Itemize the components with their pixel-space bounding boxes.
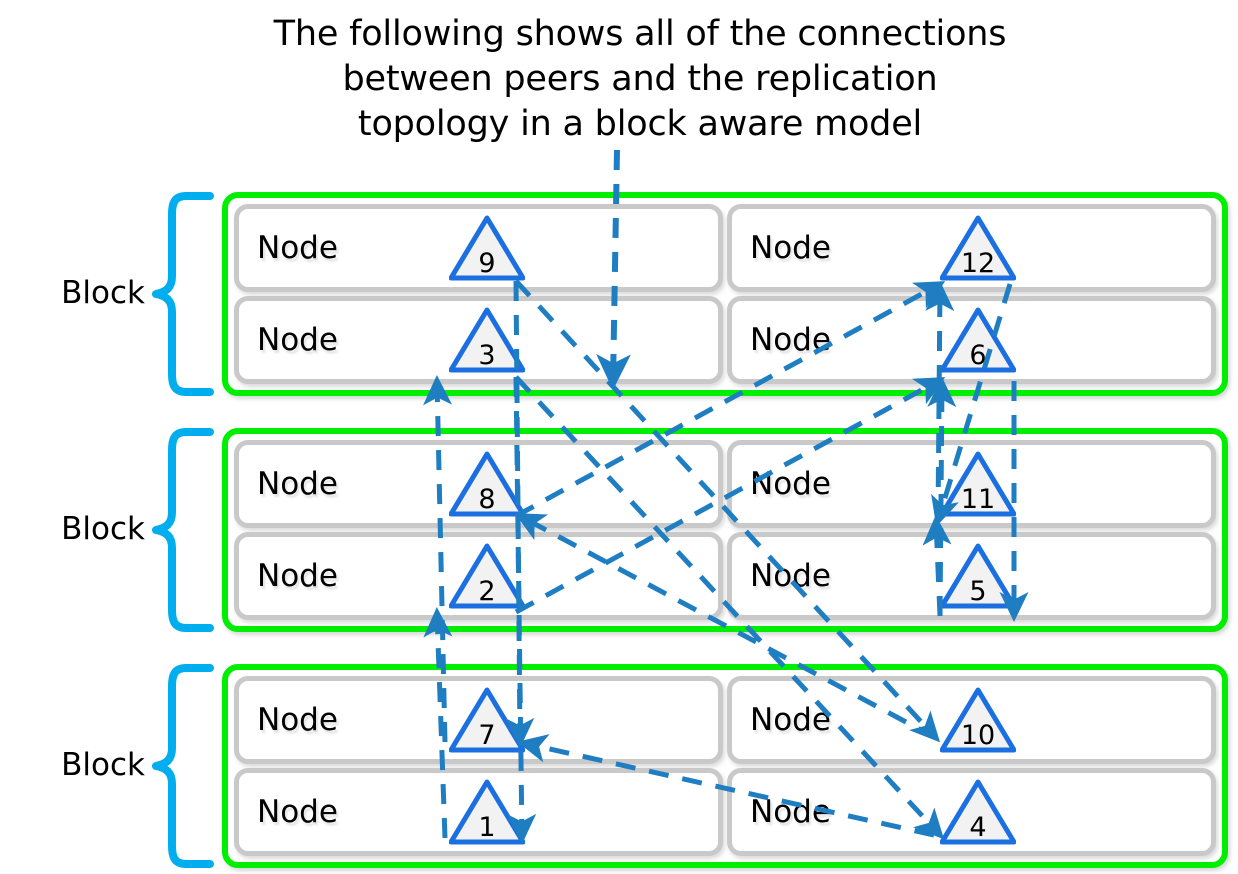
block-2-row-2: Node 2 Node 5 (234, 532, 1216, 620)
node-triangle-icon: 3 (449, 307, 525, 373)
node-card[interactable]: Node 12 (727, 204, 1216, 292)
node-label: Node (257, 322, 338, 358)
block-1: Node 9 Node 12 Node 3 Node 6 (222, 192, 1228, 396)
node-label: Node (750, 230, 831, 266)
node-number: 6 (969, 340, 987, 371)
node-number: 4 (969, 812, 987, 843)
node-label: Node (257, 794, 338, 830)
node-number: 2 (478, 576, 496, 607)
node-card[interactable]: Node 9 (234, 204, 723, 292)
node-number: 3 (478, 340, 496, 371)
node-label: Node (750, 702, 831, 738)
node-number: 10 (960, 720, 996, 751)
node-label: Node (750, 322, 831, 358)
node-label: Node (750, 794, 831, 830)
block-3: Node 7 Node 10 Node 1 Node 4 (222, 664, 1228, 868)
block-2-row-1: Node 8 Node 11 (234, 440, 1216, 528)
block-3-row-1: Node 7 Node 10 (234, 676, 1216, 764)
node-number: 5 (969, 576, 987, 607)
block-brace-1 (152, 192, 214, 396)
node-card[interactable]: Node 7 (234, 676, 723, 764)
node-number: 9 (478, 248, 496, 279)
node-label: Node (257, 466, 338, 502)
block-2: Node 8 Node 11 Node 2 Node 5 (222, 428, 1228, 632)
node-card[interactable]: Node 4 (727, 768, 1216, 856)
node-card[interactable]: Node 2 (234, 532, 723, 620)
node-label: Node (750, 558, 831, 594)
node-number: 7 (478, 720, 496, 751)
node-triangle-icon: 7 (449, 687, 525, 753)
diagram-title: The following shows all of the connectio… (273, 14, 1007, 144)
node-card[interactable]: Node 1 (234, 768, 723, 856)
node-triangle-icon: 5 (940, 543, 1016, 609)
node-triangle-icon: 8 (449, 451, 525, 517)
block-label-3: Block (61, 747, 145, 783)
block-label-1: Block (61, 275, 145, 311)
node-card[interactable]: Node 6 (727, 296, 1216, 384)
node-triangle-icon: 2 (449, 543, 525, 609)
block-1-row-1: Node 9 Node 12 (234, 204, 1216, 292)
node-number: 1 (478, 812, 496, 843)
node-label: Node (257, 558, 338, 594)
node-label: Node (257, 230, 338, 266)
node-triangle-icon: 1 (449, 779, 525, 845)
node-triangle-icon: 11 (940, 451, 1016, 517)
node-card[interactable]: Node 11 (727, 440, 1216, 528)
node-triangle-icon: 12 (940, 215, 1016, 281)
node-card[interactable]: Node 3 (234, 296, 723, 384)
diagram-canvas: The following shows all of the connectio… (0, 0, 1238, 874)
node-label: Node (257, 702, 338, 738)
block-brace-3 (152, 664, 214, 868)
node-number: 8 (478, 484, 496, 515)
block-brace-2 (152, 428, 214, 632)
node-triangle-icon: 10 (940, 687, 1016, 753)
node-number: 11 (960, 484, 996, 515)
node-card[interactable]: Node 5 (727, 532, 1216, 620)
node-triangle-icon: 4 (940, 779, 1016, 845)
block-3-row-2: Node 1 Node 4 (234, 768, 1216, 856)
node-label: Node (750, 466, 831, 502)
node-card[interactable]: Node 10 (727, 676, 1216, 764)
node-card[interactable]: Node 8 (234, 440, 723, 528)
node-triangle-icon: 6 (940, 307, 1016, 373)
block-1-row-2: Node 3 Node 6 (234, 296, 1216, 384)
node-number: 12 (960, 248, 996, 279)
node-triangle-icon: 9 (449, 215, 525, 281)
block-label-2: Block (61, 511, 145, 547)
